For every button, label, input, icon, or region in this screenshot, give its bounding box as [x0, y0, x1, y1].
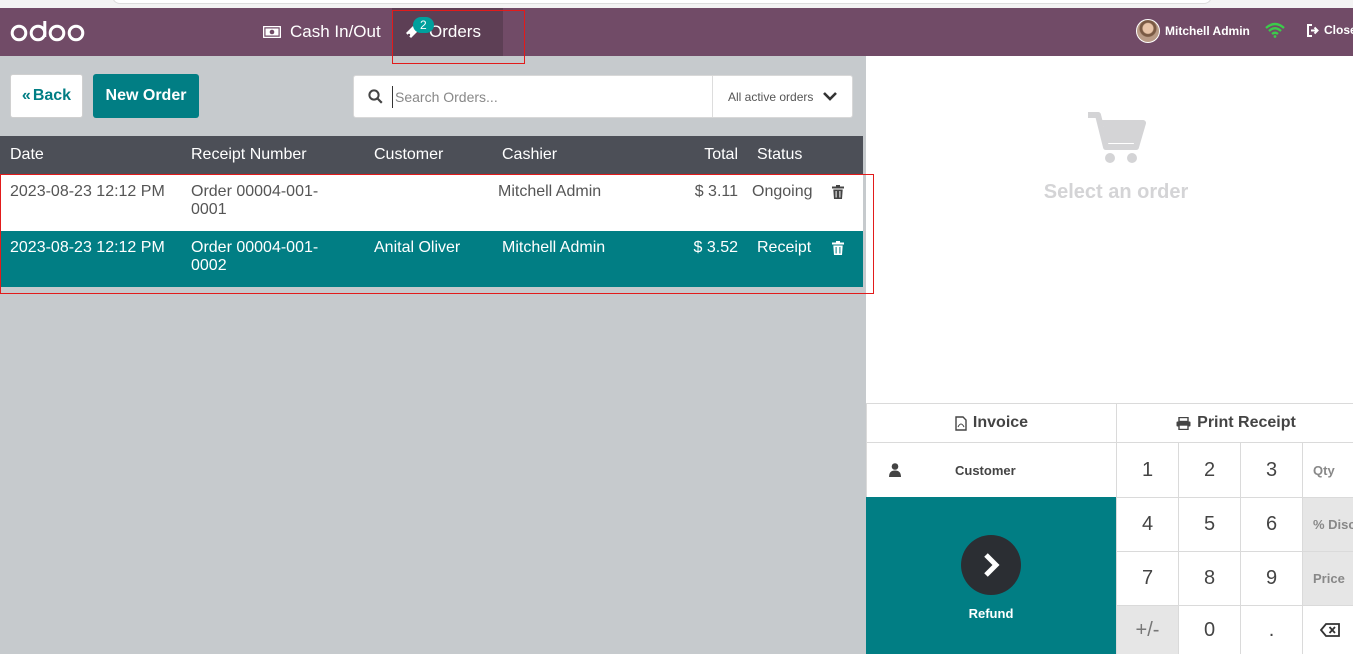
mode-qty-button[interactable]: Qty	[1302, 442, 1353, 498]
header-date: Date	[10, 146, 44, 163]
header-status: Status	[757, 146, 803, 163]
close-label: Close	[1324, 23, 1353, 37]
double-chevron-left-icon: «	[21, 87, 31, 104]
browser-address-bar-edge	[112, 0, 1212, 4]
chevron-right-icon	[984, 553, 1000, 577]
printer-icon	[1176, 416, 1191, 430]
search-input[interactable]	[392, 86, 702, 108]
highlight-orders-annotation	[392, 10, 525, 64]
avatar	[1136, 19, 1160, 43]
shopping-cart-icon	[1088, 112, 1146, 163]
new-order-button[interactable]: New Order	[93, 74, 199, 118]
file-pdf-icon	[955, 415, 967, 431]
mode-price-button[interactable]: Price	[1302, 551, 1353, 606]
chevron-down-icon	[823, 92, 838, 101]
numpad-key-plus-minus[interactable]: +/-	[1116, 605, 1179, 654]
sign-out-icon	[1307, 23, 1319, 37]
numpad-key-0[interactable]: 0	[1178, 605, 1241, 654]
user-icon	[889, 463, 901, 477]
empty-order-message: Select an order	[1043, 181, 1189, 203]
backspace-icon	[1320, 623, 1340, 637]
numpad-key-5[interactable]: 5	[1178, 497, 1241, 552]
header-total: Total	[704, 146, 738, 163]
wifi-icon	[1265, 22, 1285, 38]
mode-discount-button[interactable]: % Disc	[1302, 497, 1353, 552]
order-list-pane: « Back New Order All active orders Date …	[0, 56, 866, 654]
cash-in-out-label: Cash In/Out	[290, 22, 381, 41]
numpad-key-7[interactable]: 7	[1116, 551, 1179, 606]
header-cashier: Cashier	[502, 146, 558, 163]
user-menu[interactable]: Mitchell Admin	[1136, 19, 1250, 43]
new-order-label: New Order	[105, 87, 187, 104]
refund-button[interactable]: Refund	[866, 497, 1116, 654]
header-customer: Customer	[374, 146, 444, 163]
print-receipt-label: Print Receipt	[1197, 414, 1296, 431]
back-button[interactable]: « Back	[10, 74, 83, 118]
invoice-label: Invoice	[972, 414, 1029, 431]
money-icon	[263, 26, 281, 38]
order-detail-pane: Select an order Invoice Print Receipt Cu…	[866, 56, 1353, 654]
numpad-key-2[interactable]: 2	[1178, 442, 1241, 498]
back-label: Back	[32, 87, 72, 104]
top-navbar: Cash In/Out 2 Orders Mitchell Admin Clos…	[0, 8, 1353, 56]
numpad-key-4[interactable]: 4	[1116, 497, 1179, 552]
cash-in-out-button[interactable]: Cash In/Out	[249, 8, 395, 56]
customer-label: Customer	[955, 462, 1016, 478]
filter-label: All active orders	[728, 89, 814, 104]
close-button[interactable]: Close	[1306, 23, 1353, 37]
user-name: Mitchell Admin	[1165, 24, 1250, 38]
header-receipt: Receipt Number	[191, 146, 307, 163]
numpad-key-decimal[interactable]: .	[1240, 605, 1303, 654]
search-bar: All active orders	[353, 75, 853, 118]
print-receipt-button[interactable]: Print Receipt	[1116, 403, 1353, 443]
backspace-button[interactable]	[1302, 605, 1353, 654]
refund-circle	[961, 535, 1021, 595]
invoice-button[interactable]: Invoice	[866, 403, 1117, 443]
numpad-key-8[interactable]: 8	[1178, 551, 1241, 606]
table-header: Date Receipt Number Customer Cashier Tot…	[0, 136, 863, 175]
odoo-logo	[10, 21, 85, 42]
numpad-key-6[interactable]: 6	[1240, 497, 1303, 552]
numpad-key-1[interactable]: 1	[1116, 442, 1179, 498]
highlight-rows-annotation	[0, 174, 874, 294]
customer-button[interactable]: Customer	[866, 442, 1117, 498]
refund-label: Refund	[968, 606, 1014, 621]
order-filter-dropdown[interactable]: All active orders	[712, 76, 853, 117]
numpad-key-9[interactable]: 9	[1240, 551, 1303, 606]
browser-chrome-strip	[0, 0, 1353, 8]
search-icon	[368, 89, 383, 104]
numpad-key-3[interactable]: 3	[1240, 442, 1303, 498]
